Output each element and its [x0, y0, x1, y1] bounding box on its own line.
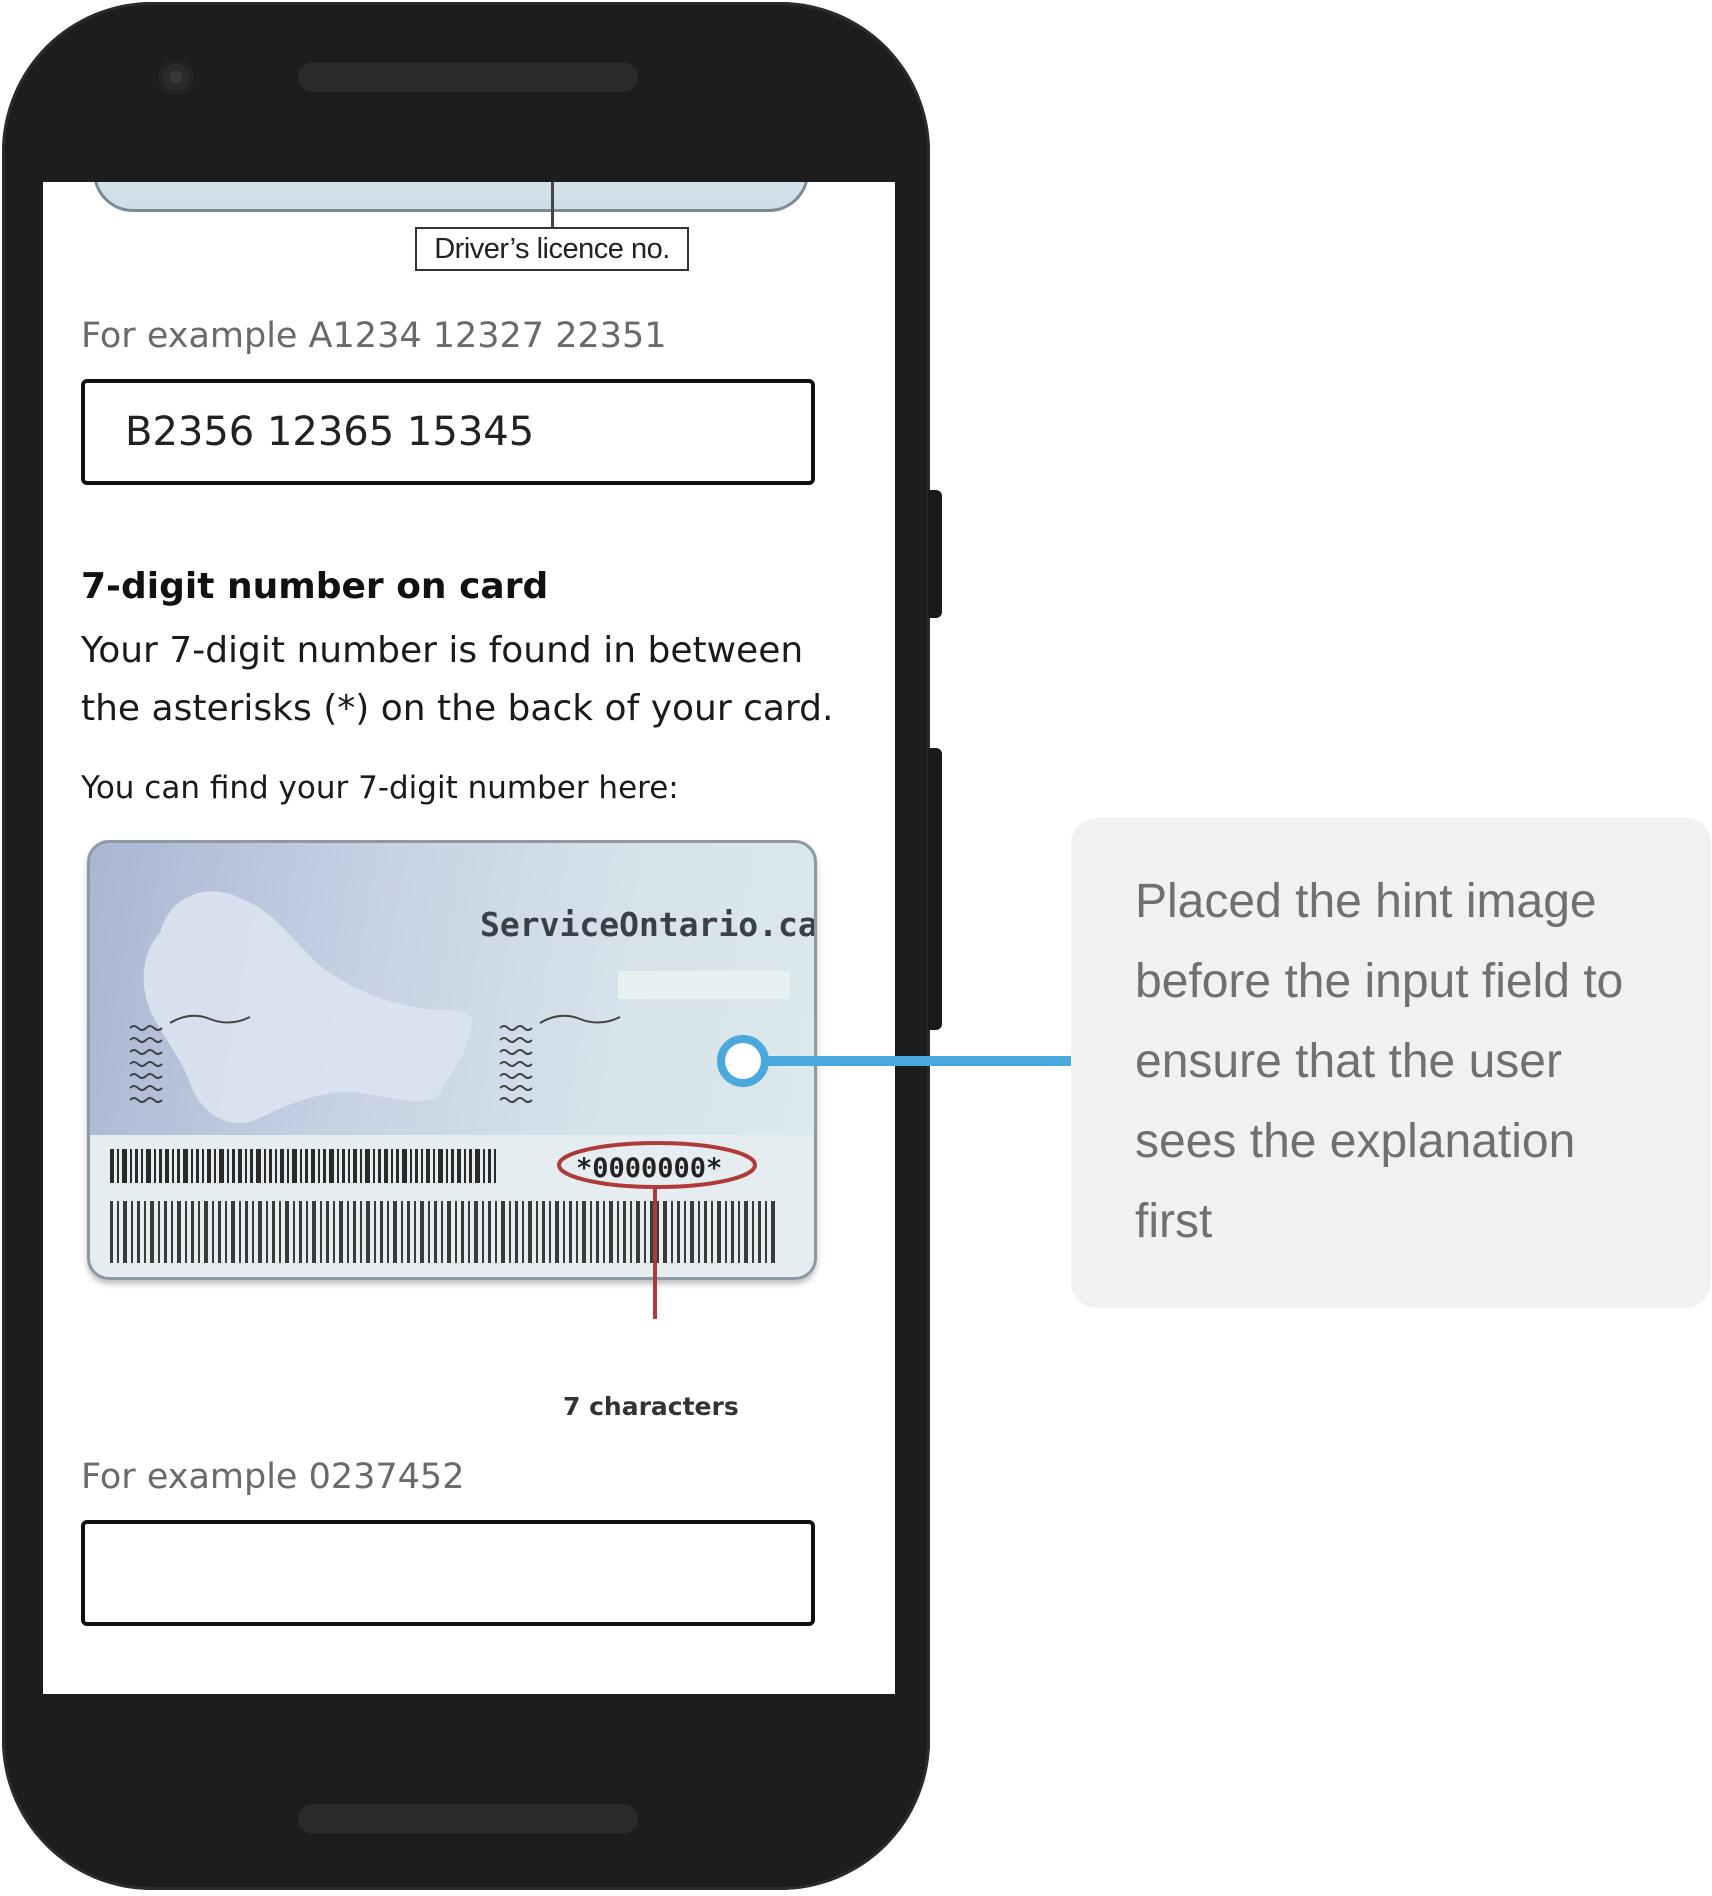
- health-card-hint-image: ServiceOntario.ca *0000000*: [87, 840, 817, 1280]
- section-heading: 7-digit number on card: [81, 566, 549, 607]
- hint-image-caption: You can find your 7-digit number here:: [81, 770, 679, 806]
- volume-button: [928, 490, 942, 618]
- characters-leader-line: [653, 1187, 657, 1319]
- speaker-grille-bottom: [298, 1804, 638, 1834]
- phone-frame: Driver’s licence no. For example A1234 1…: [2, 2, 930, 1890]
- card-number-text: *0000000*: [576, 1153, 723, 1184]
- characters-label: 7 characters: [563, 1392, 739, 1421]
- annotation-text: Placed the hint image before the input f…: [1135, 875, 1624, 1248]
- licence-example-hint: For example A1234 12327 22351: [81, 316, 667, 356]
- speaker-grille-top: [298, 62, 638, 92]
- annotation-note: Placed the hint image before the input f…: [1071, 818, 1711, 1308]
- phone-screen: Driver’s licence no. For example A1234 1…: [43, 182, 895, 1694]
- card-brand-text: ServiceOntario.ca: [480, 905, 817, 944]
- security-marks-right: [499, 1014, 621, 1103]
- licence-number-label: Driver’s licence no.: [415, 227, 689, 271]
- licence-label-leader: [551, 182, 554, 228]
- number-example-hint: For example 0237452: [81, 1457, 465, 1497]
- annotation-connector-dot: [717, 1035, 769, 1087]
- licence-card-image-edge: [93, 182, 809, 212]
- annotation-connector-line: [765, 1056, 1071, 1066]
- camera-icon: [158, 59, 194, 95]
- licence-number-input[interactable]: [81, 379, 815, 485]
- power-button: [928, 748, 942, 1030]
- seven-digit-number-input[interactable]: [81, 1520, 815, 1626]
- section-description: Your 7-digit number is found in between …: [81, 630, 834, 729]
